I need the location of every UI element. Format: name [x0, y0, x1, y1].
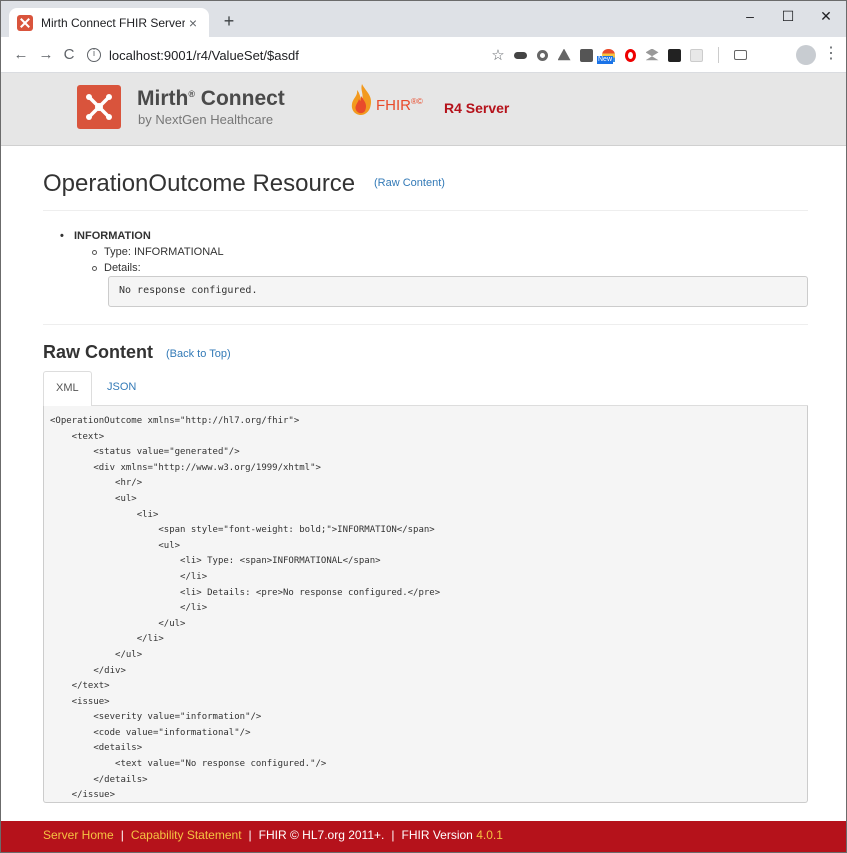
brand-reg-mark: ®: [188, 89, 195, 99]
maximize-button[interactable]: ☐: [773, 5, 803, 27]
fhir-trademark: ®©: [411, 97, 423, 106]
jb-extension-icon[interactable]: [663, 46, 685, 64]
bullet-icon: •: [60, 230, 64, 242]
fhir-flame-icon: [351, 84, 372, 115]
site-info-icon[interactable]: i: [87, 48, 101, 62]
tab-json[interactable]: JSON: [95, 371, 148, 406]
issue-type: Type: INFORMATIONAL: [92, 246, 224, 258]
profile-avatar[interactable]: [796, 45, 816, 65]
tab-xml[interactable]: XML: [43, 371, 92, 407]
site-header: Mirth® Connect by NextGen Healthcare FHI…: [1, 73, 846, 146]
xml-source-code: <OperationOutcome xmlns="http://hl7.org/…: [43, 406, 808, 803]
capability-statement-link[interactable]: Capability Statement: [131, 828, 242, 842]
tab-strip: Mirth Connect FHIR Server × + – ☐ ✕: [1, 1, 846, 37]
bookmark-star-icon[interactable]: ☆: [487, 46, 509, 64]
url-text[interactable]: localhost:9001/r4/ValueSet/$asdf: [109, 48, 299, 63]
footer-copyright: FHIR © HL7.org 2011+.: [258, 828, 385, 842]
brand-title-mirth: Mirth: [137, 87, 189, 110]
brand-title-connect: Connect: [194, 87, 285, 110]
circle-bullet-icon: [92, 249, 97, 255]
circle-bullet-icon: [92, 265, 97, 271]
extensions-bar: ☆ New: [487, 46, 751, 64]
details-pre: No response configured.: [108, 276, 808, 307]
issue-details-label: Details:: [92, 262, 141, 274]
footer-separator: |: [248, 828, 252, 842]
brand-title[interactable]: Mirth® Connect: [137, 87, 285, 111]
forward-button[interactable]: →: [36, 45, 56, 65]
mirth-favicon-icon: [17, 14, 33, 31]
glasses-extension-icon[interactable]: [509, 46, 531, 64]
drive-extension-icon[interactable]: [553, 46, 575, 64]
page-title: OperationOutcome Resource: [43, 170, 356, 197]
tab-title: Mirth Connect FHIR Server: [41, 15, 185, 30]
fhir-logo-text[interactable]: FHIR®©: [376, 97, 423, 114]
footer-separator: |: [120, 828, 124, 842]
es-extension-icon[interactable]: [575, 46, 597, 64]
brand-subtitle: by NextGen Healthcare: [138, 112, 274, 127]
issue-severity: INFORMATION: [74, 230, 151, 242]
raw-content-link[interactable]: Raw Content: [378, 177, 442, 189]
blank-extension-icon[interactable]: [685, 46, 707, 64]
new-extension-icon[interactable]: New: [597, 46, 619, 64]
circle-extension-icon[interactable]: [531, 46, 553, 64]
window-close-button[interactable]: ✕: [811, 5, 841, 27]
browser-window: Mirth Connect FHIR Server × + – ☐ ✕ ← → …: [0, 0, 847, 853]
minimize-button[interactable]: –: [735, 5, 765, 27]
server-home-link[interactable]: Server Home: [43, 828, 114, 842]
mirth-logo-icon[interactable]: [77, 85, 121, 129]
raw-content-link-wrapper: (Raw Content): [374, 177, 445, 189]
tab-close-icon[interactable]: ×: [185, 15, 201, 31]
site-footer: Server Home | Capability Statement | FHIR © …: [1, 821, 846, 852]
r4-server-label: R4 Server: [444, 100, 510, 116]
raw-content-heading: Raw Content: [43, 342, 153, 362]
fhir-version-link[interactable]: 4.0.1: [476, 828, 503, 842]
browser-menu-icon[interactable]: ⋮: [823, 45, 839, 63]
reload-button[interactable]: C: [59, 45, 79, 65]
cast-icon[interactable]: [729, 46, 751, 64]
dropbox-extension-icon[interactable]: [641, 46, 663, 64]
fhir-word: FHIR: [376, 97, 411, 114]
raw-content-paren-close: ): [441, 177, 445, 189]
divider: [43, 210, 808, 211]
footer-separator: |: [391, 828, 395, 842]
browser-tab[interactable]: Mirth Connect FHIR Server ×: [9, 8, 209, 37]
browser-toolbar: ← → C i localhost:9001/r4/ValueSet/$asdf…: [1, 37, 846, 73]
format-tabs: XML JSON: [43, 371, 808, 407]
fhir-version-label: FHIR Version: [401, 828, 473, 842]
back-to-top-paren-close: ): [226, 348, 231, 360]
opera-extension-icon[interactable]: [619, 46, 641, 64]
back-to-top-wrapper: (Back to Top): [166, 348, 231, 360]
new-tab-button[interactable]: +: [217, 11, 241, 33]
new-badge: New: [597, 56, 614, 64]
back-to-top-link[interactable]: Back to Top: [170, 348, 227, 360]
divider: [43, 324, 808, 325]
issue-type-text: Type: INFORMATIONAL: [104, 246, 224, 258]
toolbar-divider: [707, 46, 729, 64]
issue-details-text: Details:: [104, 262, 141, 274]
address-bar[interactable]: i localhost:9001/r4/ValueSet/$asdf: [87, 42, 507, 68]
back-button[interactable]: ←: [11, 45, 31, 65]
